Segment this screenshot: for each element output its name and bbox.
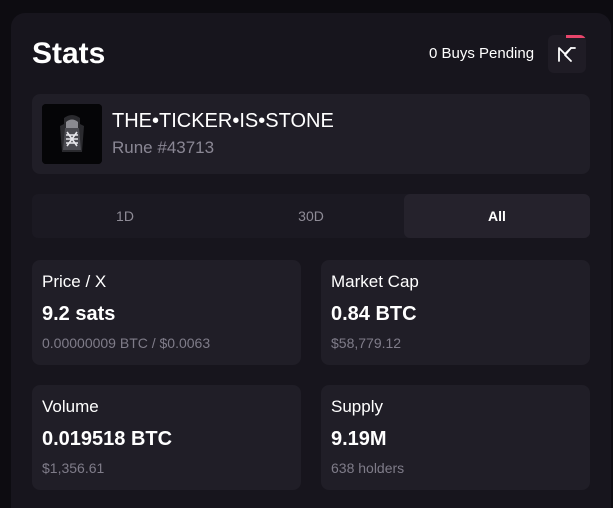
market-cap-subvalue: $58,779.12 [331, 335, 402, 351]
rune-info-card: THE•TICKER•IS•STONE Rune #43713 [32, 94, 590, 174]
price-value: 9.2 sats [42, 303, 116, 325]
magic-eden-logo-icon [558, 47, 576, 62]
page-title: Stats [32, 37, 106, 70]
buys-pending-status[interactable]: 0 Buys Pending [429, 43, 534, 65]
rune-name: THE•TICKER•IS•STONE [112, 110, 334, 132]
rune-thumbnail-icon [42, 104, 102, 164]
tab-all[interactable]: All [404, 194, 590, 238]
volume-subvalue: $1,356.61 [42, 460, 105, 476]
volume-label: Volume [42, 397, 99, 416]
tab-1d[interactable]: 1D [32, 194, 218, 238]
price-stat-card: Price / X 9.2 sats 0.00000009 BTC / $0.0… [32, 260, 301, 365]
tab-30d[interactable]: 30D [218, 194, 404, 238]
volume-stat-card: Volume 0.019518 BTC $1,356.61 [32, 385, 301, 490]
supply-stat-card: Supply 9.19M 638 holders [321, 385, 590, 490]
supply-subvalue: 638 holders [331, 460, 405, 476]
accent-bar [566, 35, 586, 38]
timeframe-tabs: 1D 30D All [32, 194, 590, 238]
volume-value: 0.019518 BTC [42, 428, 173, 450]
supply-value: 9.19M [331, 428, 387, 450]
supply-label: Supply [331, 397, 383, 416]
stats-panel: Stats 0 Buys Pending THE•TICKER•IS•STONE… [11, 13, 611, 508]
price-label: Price / X [42, 272, 107, 291]
market-cap-label: Market Cap [331, 272, 419, 291]
market-cap-value: 0.84 BTC [331, 303, 417, 325]
magic-eden-logo-button[interactable] [548, 35, 586, 73]
rune-thumbnail [42, 104, 102, 164]
price-subvalue: 0.00000009 BTC / $0.0063 [42, 335, 211, 351]
market-cap-stat-card: Market Cap 0.84 BTC $58,779.12 [321, 260, 590, 365]
rune-id: Rune #43713 [112, 138, 215, 157]
